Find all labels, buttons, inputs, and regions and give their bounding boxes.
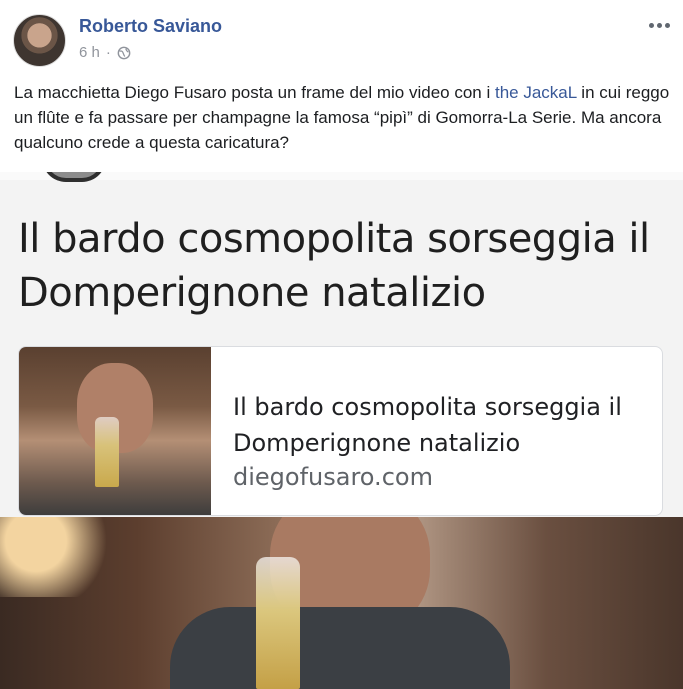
mention-link[interactable]: the JackaL — [495, 83, 577, 102]
card-thumbnail — [19, 347, 211, 515]
card-domain: diegofusaro.com — [233, 463, 433, 491]
link-preview-card: Il bardo cosmopolita sorseggia il Domper… — [18, 346, 663, 516]
post-header: Roberto Saviano 6 h · — [0, 0, 683, 78]
globe-icon[interactable] — [117, 46, 131, 60]
post-text: La macchietta Diego Fusaro posta un fram… — [14, 80, 674, 155]
background-lamp — [0, 517, 120, 597]
image-top-strip — [0, 172, 683, 180]
cropped-avatar — [42, 172, 106, 182]
post-timestamp[interactable]: 6 h — [79, 44, 100, 61]
meta-separator: · — [105, 44, 111, 61]
post-meta: 6 h · — [79, 44, 131, 61]
post-text-part1: La macchietta Diego Fusaro posta un fram… — [14, 83, 495, 102]
thumbnail-flute-glass — [95, 417, 119, 487]
author-avatar[interactable] — [13, 14, 66, 67]
author-name[interactable]: Roberto Saviano — [79, 16, 222, 37]
video-frame-photo — [0, 517, 683, 689]
headline: Il bardo cosmopolita sorseggia il Domper… — [18, 216, 650, 316]
card-title: Il bardo cosmopolita sorseggia il Domper… — [233, 393, 622, 457]
more-options-icon[interactable] — [647, 18, 671, 32]
photo-flute-glass — [256, 557, 300, 689]
photo-jacket — [170, 607, 510, 689]
shared-image[interactable]: Il bardo cosmopolita sorseggia il Domper… — [0, 172, 683, 689]
